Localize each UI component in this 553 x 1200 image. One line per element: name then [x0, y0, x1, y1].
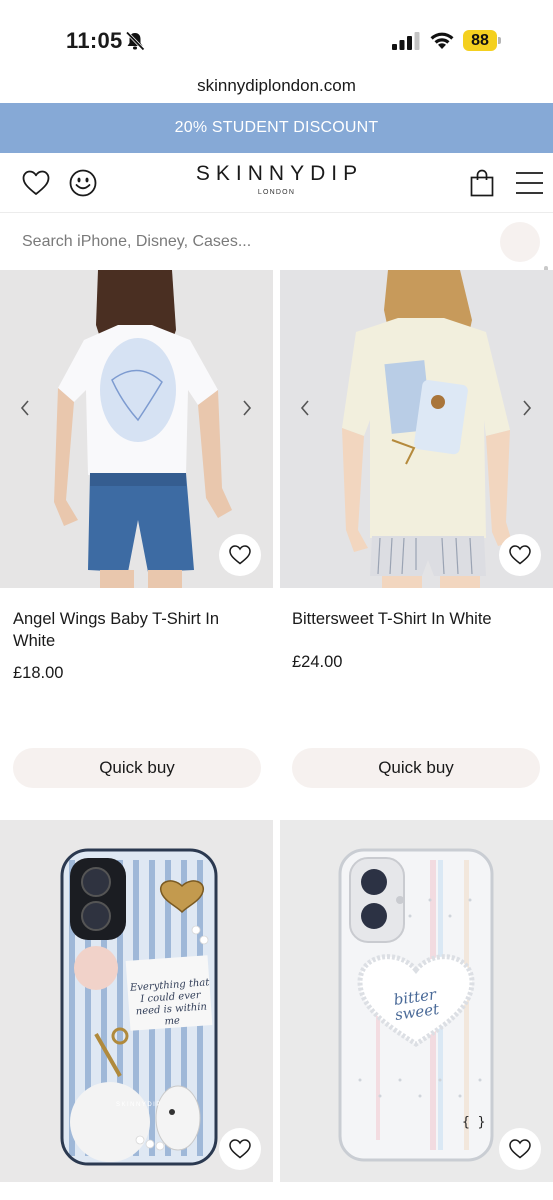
quick-buy-button[interactable]: Quick buy — [292, 748, 540, 788]
hamburger-menu-icon[interactable] — [516, 171, 543, 195]
wishlist-button[interactable] — [219, 534, 261, 576]
product-image-phone-case-collage[interactable]: Everything that I could ever need is wit… — [0, 820, 273, 1182]
product-image-phone-case-bittersweet[interactable]: bitter sweet { } — [280, 820, 553, 1182]
battery-level: 88 — [471, 32, 489, 49]
product-image-angel-wings-tshirt[interactable] — [0, 270, 273, 588]
case-brand-mark: SKINNYDIP — [116, 1102, 162, 1108]
student-discount-banner[interactable]: 20% STUDENT DISCOUNT — [0, 103, 553, 153]
wishlist-button[interactable] — [499, 1128, 541, 1170]
code-badge: { } — [462, 1115, 486, 1130]
bell-muted-icon — [125, 31, 145, 51]
battery-cap — [498, 37, 501, 44]
carousel-prev-icon[interactable] — [18, 399, 32, 417]
search-bar — [0, 213, 553, 270]
cellular-signal-icon — [392, 32, 420, 50]
heart-icon — [229, 1139, 251, 1159]
product-price: £24.00 — [292, 653, 343, 671]
wishlist-button[interactable] — [219, 1128, 261, 1170]
product-price: £18.00 — [13, 664, 64, 682]
search-button[interactable] — [500, 222, 540, 262]
product-title[interactable]: Bittersweet T-Shirt In White — [292, 608, 542, 630]
case-print-text: Everything that I could ever need is wit… — [129, 977, 210, 1028]
quick-buy-button[interactable]: Quick buy — [13, 748, 261, 788]
url-bar[interactable]: skinnydiplondon.com — [0, 76, 553, 96]
carousel-next-icon[interactable] — [520, 399, 534, 417]
heart-icon — [229, 545, 251, 565]
carousel-next-icon[interactable] — [240, 399, 254, 417]
site-header: SKINNYDIP LONDON — [0, 153, 553, 213]
battery-indicator: 88 — [463, 30, 501, 51]
carousel-prev-icon[interactable] — [298, 399, 312, 417]
heart-icon — [509, 1139, 531, 1159]
heart-icon — [509, 545, 531, 565]
status-bar: 11:05 88 — [0, 0, 553, 72]
search-input[interactable] — [0, 213, 490, 270]
status-time: 11:05 — [66, 28, 123, 53]
product-image-bittersweet-tshirt[interactable] — [280, 270, 553, 588]
wifi-icon — [430, 32, 454, 49]
wishlist-button[interactable] — [499, 534, 541, 576]
shopping-bag-icon[interactable] — [470, 169, 494, 197]
product-title[interactable]: Angel Wings Baby T-Shirt In White — [13, 608, 263, 652]
